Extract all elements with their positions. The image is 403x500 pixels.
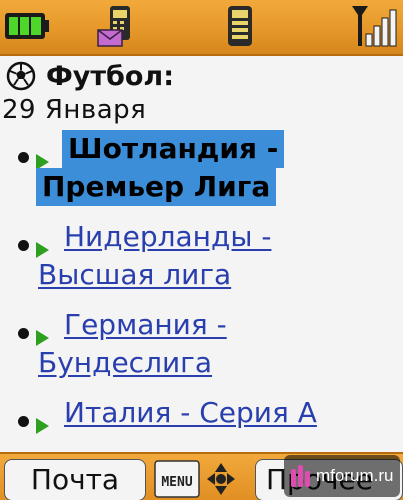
sim-icon (228, 6, 252, 46)
menu-key-label: MENU (161, 475, 192, 490)
league-name: Германия - (64, 308, 227, 341)
league-name: Италия - Серия А (64, 396, 317, 429)
football-icon (6, 61, 36, 91)
league-item-germany[interactable]: Германия - Бундеслига (0, 308, 403, 402)
bullet-icon (18, 152, 29, 163)
league-division: Премьер Лига (36, 168, 277, 206)
watermark: mforum.ru (284, 455, 400, 497)
league-division: Высшая лига (38, 258, 232, 291)
watermark-text: mforum.ru (316, 466, 394, 485)
date-label: 29 Января (2, 95, 147, 125)
league-item-scotland[interactable]: Шотландия - Премьер Лига (0, 130, 403, 226)
bullet-icon (18, 416, 29, 427)
page-title: Футбол: (6, 58, 174, 94)
bullet-icon (18, 240, 29, 251)
arrow-right-icon (36, 418, 49, 434)
mail-softkey[interactable]: Почта (4, 459, 146, 500)
mforum-logo-icon (291, 465, 310, 487)
menu-nav-icon[interactable]: MENU (153, 459, 243, 499)
mail-phone-icon (97, 6, 130, 47)
battery-icon (5, 13, 49, 39)
bullet-icon (18, 328, 29, 339)
phone-screen: Футбол: 29 Января Шотландия - Премьер Ли… (0, 0, 403, 500)
league-name: Шотландия - (62, 130, 285, 168)
league-item-netherlands[interactable]: Нидерланды - Высшая лига (0, 220, 403, 314)
signal-icon (352, 6, 397, 47)
league-division: Бундеслига (38, 346, 213, 379)
status-bar (0, 0, 403, 56)
league-list: Шотландия - Премьер Лига Нидерланды - Вы… (0, 130, 403, 462)
league-name: Нидерланды - (64, 220, 272, 253)
title-text: Футбол: (46, 60, 174, 92)
